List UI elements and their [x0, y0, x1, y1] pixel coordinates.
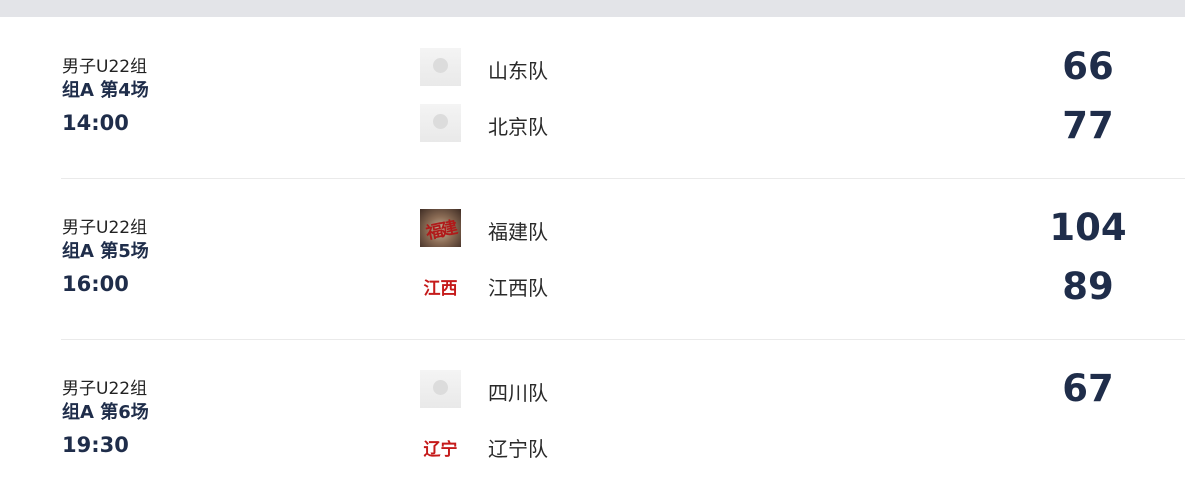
home-team-logo-icon [420, 370, 461, 408]
liaoning-logo-text: 辽宁 [423, 440, 458, 460]
away-team-logo-icon [420, 104, 461, 142]
game-row[interactable]: 男子U22组 组A 第5场 16:00 福建 福建队 104 江西 江西队 89 [0, 179, 1185, 340]
away-team-score: 89 [1062, 265, 1114, 308]
home-team-logo-icon [420, 48, 461, 86]
home-team-name[interactable]: 福建队 [488, 216, 548, 245]
jiangxi-logo-text: 江西 [423, 279, 458, 299]
home-team-score: 67 [1062, 367, 1114, 410]
game-round: 组A 第5场 [62, 241, 149, 262]
game-row[interactable]: 男子U22组 组A 第6场 19:30 四川队 67 辽宁 辽宁队 [0, 340, 1185, 501]
game-category: 男子U22组 [62, 379, 148, 399]
game-time: 19:30 [62, 433, 129, 457]
game-time: 14:00 [62, 111, 129, 135]
liaoning-logo-icon: 辽宁 [420, 426, 461, 464]
game-time: 16:00 [62, 272, 129, 296]
game-category: 男子U22组 [62, 57, 148, 77]
home-team-name[interactable]: 山东队 [488, 55, 548, 84]
top-bar [0, 0, 1185, 17]
game-round: 组A 第4场 [62, 80, 149, 101]
home-team-name[interactable]: 四川队 [488, 377, 548, 406]
away-team-name[interactable]: 辽宁队 [488, 433, 548, 462]
fujian-logo-text: 福建 [424, 218, 458, 244]
home-team-score: 104 [1049, 206, 1127, 249]
away-team-score: 77 [1062, 104, 1114, 147]
home-team-score: 66 [1062, 45, 1114, 88]
game-round: 组A 第6场 [62, 402, 149, 423]
away-team-name[interactable]: 北京队 [488, 111, 548, 140]
game-row[interactable]: 男子U22组 组A 第4场 14:00 山东队 66 北京队 77 [0, 18, 1185, 179]
game-category: 男子U22组 [62, 218, 148, 238]
fujian-logo-icon: 福建 [420, 209, 461, 247]
jiangxi-logo-icon: 江西 [420, 265, 461, 303]
away-team-name[interactable]: 江西队 [488, 272, 548, 301]
